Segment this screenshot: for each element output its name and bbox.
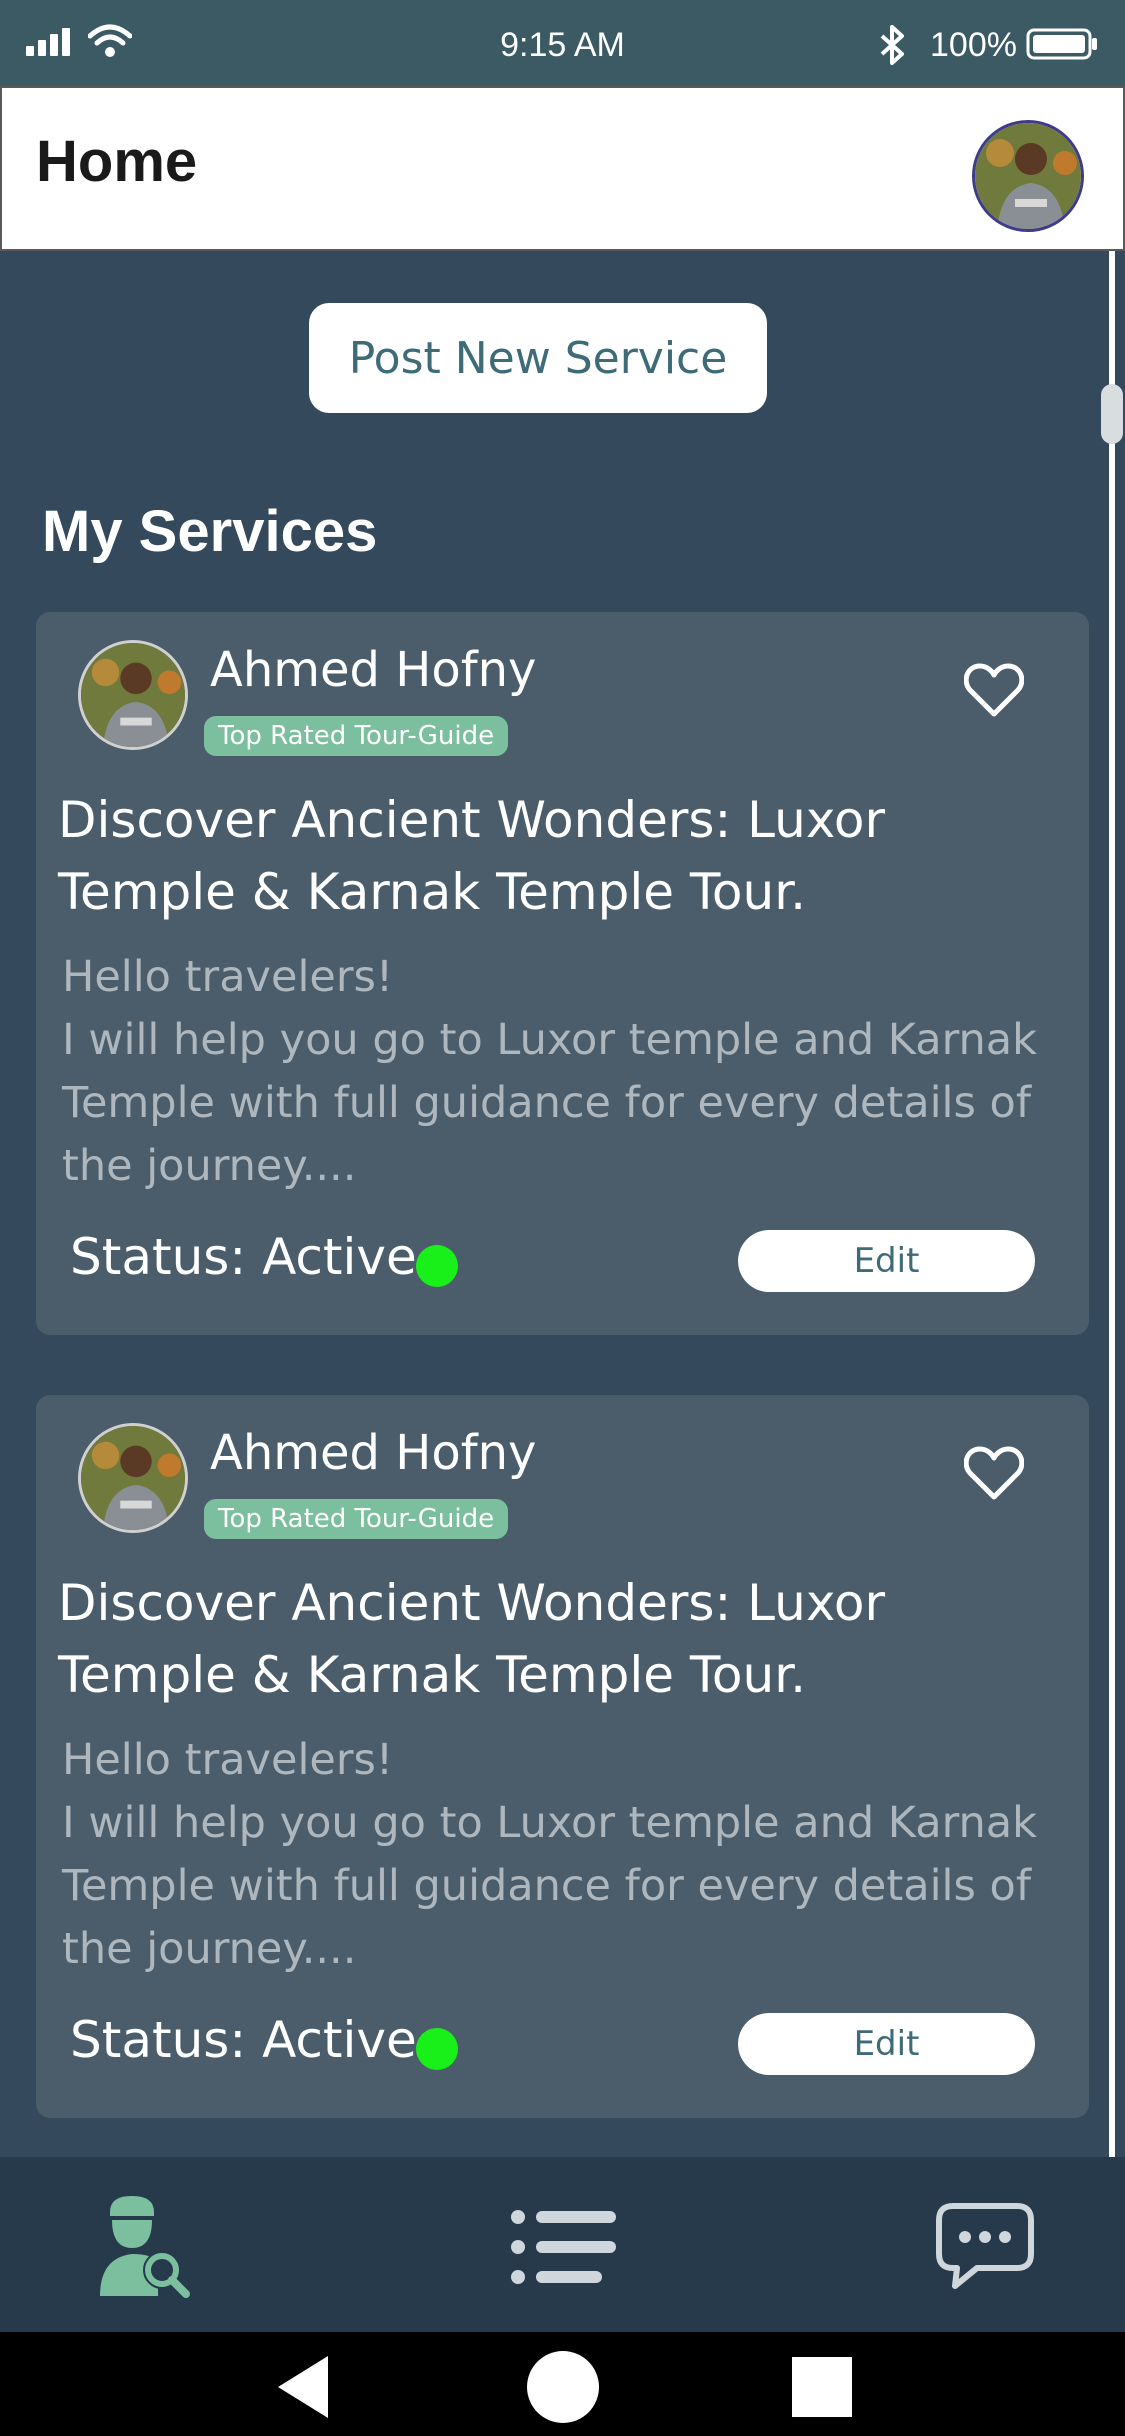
service-description: Hello travelers! I will help you go to L… (62, 952, 1038, 1191)
service-title: Discover Ancient Wonders: Luxor Temple &… (58, 1574, 886, 1704)
service-title: Discover Ancient Wonders: Luxor Temple &… (58, 791, 886, 921)
battery-icon (1026, 28, 1098, 65)
section-title: My Services (42, 499, 378, 564)
bottom-nav (0, 2157, 1125, 2332)
service-card[interactable]: Ahmed Hofny Top Rated Tour-Guide Discove… (36, 612, 1089, 1335)
battery-percentage: 100% (930, 26, 1017, 64)
scrollbar-track[interactable] (1109, 251, 1115, 2157)
recents-icon[interactable] (782, 2352, 862, 2422)
app-header: Home (0, 86, 1125, 251)
heart-icon[interactable] (963, 662, 1025, 723)
service-status: Status: Active (70, 1228, 417, 1286)
system-nav-bar (0, 2332, 1125, 2436)
provider-name: Ahmed Hofny (210, 1425, 537, 1481)
provider-name: Ahmed Hofny (210, 642, 537, 698)
avatar (78, 1423, 188, 1533)
service-card[interactable]: Ahmed Hofny Top Rated Tour-Guide Discove… (36, 1395, 1089, 2118)
service-status: Status: Active (70, 2011, 417, 2069)
provider-badge: Top Rated Tour-Guide (204, 716, 509, 756)
chat-icon[interactable] (920, 2187, 1050, 2307)
edit-button[interactable]: Edit (738, 1230, 1035, 1292)
service-description: Hello travelers! I will help you go to L… (62, 1735, 1038, 1974)
back-icon[interactable] (264, 2352, 344, 2422)
list-icon[interactable] (498, 2187, 628, 2307)
status-indicator (416, 2028, 458, 2070)
guide-search-icon[interactable] (76, 2187, 206, 2307)
status-bar: 9:15 AM 100% (0, 0, 1125, 86)
heart-icon[interactable] (963, 1445, 1025, 1506)
status-indicator (416, 1245, 458, 1287)
bluetooth-icon (878, 24, 908, 71)
profile-avatar[interactable] (972, 120, 1084, 232)
provider-badge: Top Rated Tour-Guide (204, 1499, 509, 1539)
scrollbar-thumb[interactable] (1101, 384, 1123, 444)
page-title: Home (36, 129, 198, 194)
edit-button[interactable]: Edit (738, 2013, 1035, 2075)
post-new-service-button[interactable]: Post New Service (309, 303, 767, 413)
avatar (78, 640, 188, 750)
home-icon[interactable] (523, 2351, 603, 2423)
